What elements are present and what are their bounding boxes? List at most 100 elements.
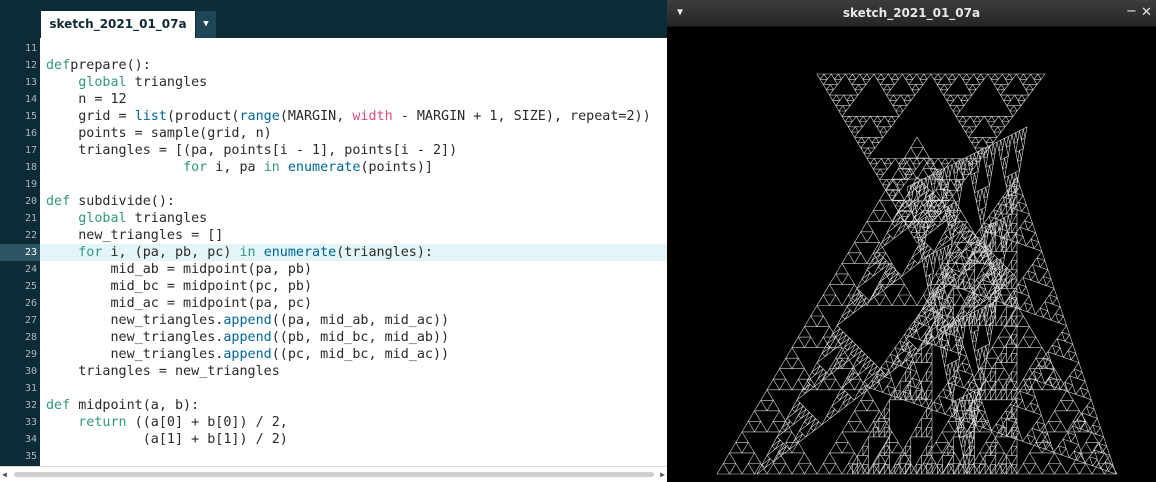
code-token: i, (pa, pb, pc) [102, 245, 240, 260]
code-token: n = 12 [46, 92, 127, 107]
line-number: 32 [24, 400, 37, 411]
code-token: triangles = [(pa, points[i - 1], points[… [46, 143, 458, 158]
code-token: def [46, 194, 71, 209]
code-token: - MARGIN + 1, SIZE), repeat=2)) [392, 109, 651, 124]
line-number: 18 [24, 162, 37, 173]
line-number: 21 [24, 213, 37, 224]
code-token: triangles [126, 211, 208, 226]
code-token: mid_bc = midpoint(pc, pb) [46, 279, 313, 294]
code-line: for i, (pa, pb, pc) in enumerate(triangl… [46, 244, 433, 261]
code-line: defprepare(): [46, 57, 151, 74]
line-number: 31 [24, 383, 37, 394]
code-line: mid_ab = midpoint(pa, pb) [46, 261, 312, 278]
line-number: 33 [24, 417, 37, 428]
code-line: triangles = [(pa, points[i - 1], points[… [46, 142, 457, 159]
code-token: in [239, 245, 256, 260]
code-line: grid = list(product(range(MARGIN, width … [46, 108, 651, 125]
code-line: return ((a[0] + b[0]) / 2, [46, 414, 288, 431]
code-token: points = sample(grid, n) [46, 126, 272, 141]
code-token: prepare(): [70, 58, 151, 73]
sketch-window: ▼ sketch_2021_01_07a − ✕ [667, 0, 1156, 482]
line-number-gutter: 11 12 13 14 15 16 17 18 19 20 21 22 23 24 25 26 27 28 29 30… [0, 38, 40, 466]
code-token: ((a[0] + b[0]) / 2, [126, 415, 288, 430]
line-number: 23 [24, 247, 37, 258]
code-token: width [352, 109, 393, 124]
code-token: i, pa [207, 160, 264, 175]
code-token: append [223, 347, 272, 362]
window-title: sketch_2021_01_07a [842, 6, 981, 20]
line-number: 34 [24, 434, 37, 445]
code-token: global [78, 75, 127, 90]
window-titlebar[interactable]: ▼ sketch_2021_01_07a − ✕ [667, 0, 1156, 27]
code-line: def midpoint(a, b): [46, 397, 199, 414]
code-line: new_triangles = [] [46, 227, 223, 244]
minimize-icon[interactable]: − [1126, 0, 1137, 24]
code-token: range [239, 109, 280, 124]
code-editor: sketch_2021_01_07a ▼ 11 12 13 14 15 16 17 18 19 2… [0, 0, 667, 482]
scrollbar-thumb[interactable] [14, 472, 654, 477]
scroll-right-arrow-icon[interactable]: ▶ [660, 470, 665, 479]
code-token: mid_ac = midpoint(pa, pc) [46, 296, 313, 311]
line-number: 29 [24, 349, 37, 360]
code-token: for [78, 245, 103, 260]
code-line: new_triangles.append((pa, mid_ab, mid_ac… [46, 312, 449, 329]
code-token: (triangles): [336, 245, 433, 260]
code-token: new_triangles. [46, 347, 224, 362]
tab-sketch[interactable]: sketch_2021_01_07a [41, 11, 195, 38]
line-number: 14 [24, 94, 37, 105]
code-token: enumerate [287, 160, 361, 175]
code-token: new_triangles = [] [46, 228, 224, 243]
line-number: 11 [24, 43, 37, 54]
line-number: 19 [24, 179, 37, 190]
code-token: for [183, 160, 208, 175]
line-number: 15 [24, 111, 37, 122]
code-line: for i, pa in enumerate(points)] [46, 159, 433, 176]
line-number: 12 [24, 60, 37, 71]
code-line: n = 12 [46, 91, 127, 108]
code-line: new_triangles.append((pc, mid_bc, mid_ac… [46, 346, 449, 363]
code-token: global [78, 211, 127, 226]
scroll-left-arrow-icon[interactable]: ◀ [2, 470, 7, 479]
tab-menu-arrow-icon[interactable]: ▼ [196, 11, 216, 38]
code-line: mid_bc = midpoint(pc, pb) [46, 278, 312, 295]
line-number: 30 [24, 366, 37, 377]
code-area[interactable]: defprepare(): global triangles n = 12 gr… [40, 38, 667, 466]
code-token: in [263, 160, 280, 175]
line-number: 20 [24, 196, 37, 207]
code-token: (product( [166, 109, 240, 124]
code-token: def [46, 58, 71, 73]
code-token: def [46, 398, 71, 413]
code-line: mid_ac = midpoint(pa, pc) [46, 295, 312, 312]
code-line: (a[1] + b[1]) / 2) [46, 431, 288, 448]
code-token: midpoint(a, b): [70, 398, 200, 413]
code-line: points = sample(grid, n) [46, 125, 272, 142]
close-icon[interactable]: ✕ [1141, 0, 1152, 26]
code-token: ((pc, mid_bc, mid_ac)) [271, 347, 450, 362]
line-number: 16 [24, 128, 37, 139]
code-line: global triangles [46, 210, 207, 227]
code-token: (MARGIN, [279, 109, 353, 124]
code-line: triangles = new_triangles [46, 363, 280, 380]
sketch-canvas [716, 73, 1118, 475]
code-line: new_triangles.append((pb, mid_bc, mid_ab… [46, 329, 449, 346]
line-number: 25 [24, 281, 37, 292]
code-line: def subdivide(): [46, 193, 175, 210]
code-token: triangles = new_triangles [46, 364, 280, 379]
triangle-mesh [716, 73, 1118, 475]
code-token: (a[1] + b[1]) / 2) [46, 432, 288, 447]
line-number: 22 [24, 230, 37, 241]
code-token: triangles [126, 75, 208, 90]
code-token: ((pb, mid_bc, mid_ab)) [271, 330, 450, 345]
line-number: 26 [24, 298, 37, 309]
horizontal-scrollbar[interactable]: ◀ ▶ [0, 466, 667, 482]
code-token: return [78, 415, 127, 430]
code-token: new_triangles. [46, 313, 224, 328]
line-number: 28 [24, 332, 37, 343]
